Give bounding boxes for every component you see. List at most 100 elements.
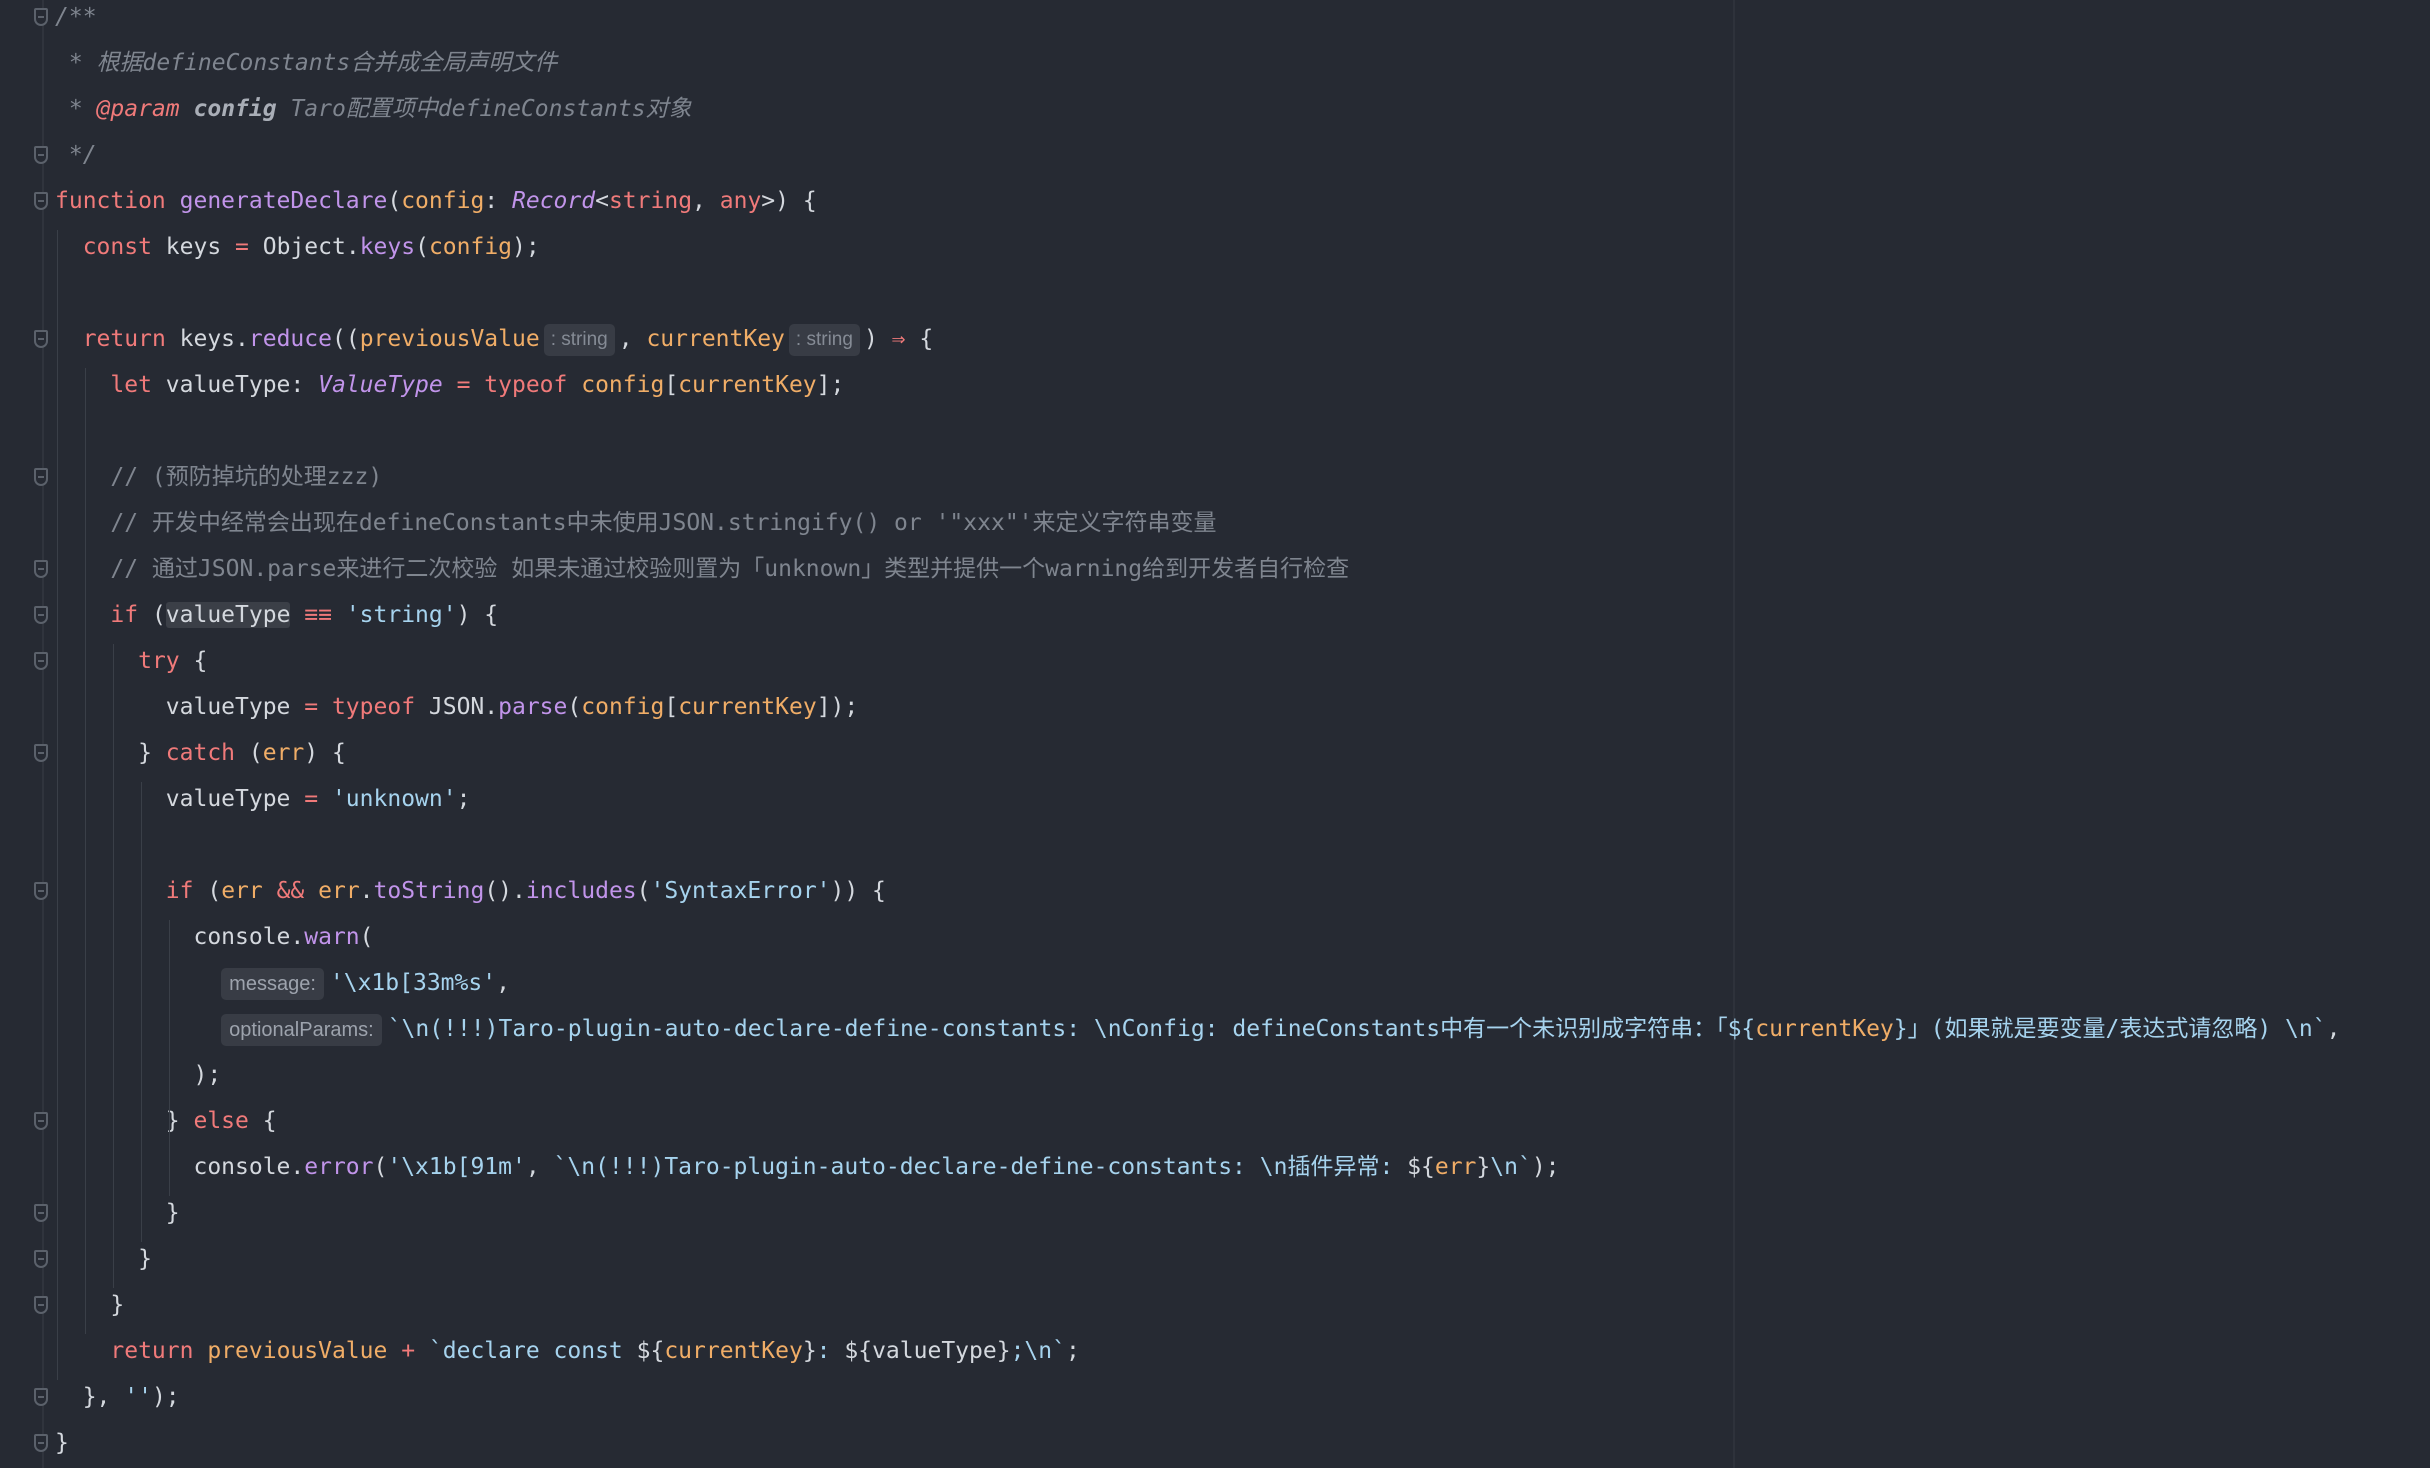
fold-toggle-icon[interactable] [34,744,48,762]
code-line[interactable]: return previousValue + `declare const ${… [55,1328,1080,1374]
code-token: } [55,1108,194,1134]
code-token: includes [525,878,637,904]
code-line[interactable]: message: '\x1b[33m%s', [55,960,510,1006]
code-token: + [401,1338,429,1364]
code-line[interactable]: return keys.reduce((previousValue: strin… [55,316,933,362]
code-line[interactable]: optionalParams: `\n(!!!)Taro-plugin-auto-… [55,1006,2340,1052]
code-token: `declare const [428,1338,637,1364]
code-token: ) [863,326,892,352]
code-token: } [55,1246,152,1272]
fold-toggle-icon[interactable] [34,468,48,486]
code-line[interactable]: } [55,1236,152,1282]
code-token: < [595,188,609,214]
code-token: valueType [165,372,291,398]
code-line[interactable]: let valueType: ValueType = typeof config… [55,362,844,408]
code-token: keys. [179,326,249,352]
code-line[interactable]: */ [55,132,97,178]
code-token: if [165,878,208,904]
code-token: ; [1065,1338,1080,1364]
fold-toggle-icon[interactable] [34,1388,48,1406]
fold-toggle-icon[interactable] [34,882,48,900]
code-token: Object. [262,234,360,260]
parameter-hint: : string [543,323,615,356]
fold-toggle-icon[interactable] [34,8,48,26]
code-line[interactable]: } else { [55,1098,277,1144]
code-line[interactable]: ); [55,1052,221,1098]
fold-toggle-icon[interactable] [34,1112,48,1130]
code-token: 'string' [345,602,457,628]
fold-toggle-icon[interactable] [34,1296,48,1314]
code-token: \n` [1490,1154,1532,1180]
code-line[interactable]: // 通过JSON.parse来进行二次校验 如果未通过校验则置为「unknow… [55,546,1349,592]
fold-toggle-icon[interactable] [34,606,48,624]
code-token: }」(如果就是要变量/表达式请忽略) \n` [1893,1016,2327,1042]
code-token: ); [151,1384,180,1410]
code-line[interactable]: } [55,1190,180,1236]
fold-toggle-icon[interactable] [34,1204,48,1222]
code-token: } [55,1292,125,1318]
code-line[interactable]: } catch (err) { [55,730,346,776]
code-line[interactable]: }, ''); [55,1374,180,1420]
code-token: parse [498,694,568,720]
code-line[interactable]: try { [55,638,207,684]
indent-guide [85,368,86,1334]
code-token: ) { [456,602,499,628]
fold-toggle-icon[interactable] [34,1434,48,1452]
code-line[interactable]: function generateDeclare(config: Record<… [55,178,817,224]
code-line[interactable]: console.warn( [55,914,373,960]
code-token: = [304,786,332,812]
code-token: : [816,1338,845,1364]
code-token: reduce [248,326,332,352]
code-line[interactable]: // 开发中经常会出现在defineConstants中未使用JSON.stri… [55,500,1217,546]
code-token: { [262,1108,277,1134]
fold-toggle-icon[interactable] [34,330,48,348]
code-token: ); [55,1062,222,1088]
code-line[interactable]: valueType = typeof JSON.parse(config[cur… [55,684,858,730]
code-editor[interactable]: /** * 根据defineConstants合并成全局声明文件 * @para… [55,0,2425,1468]
code-line[interactable]: * 根据defineConstants合并成全局声明文件 [55,40,557,86]
code-token: { [193,648,208,674]
code-token: : [484,188,512,214]
code-token: } [802,1338,817,1364]
code-token: valueType [55,694,305,720]
code-token: // 开发中经常会出现在defineConstants中未使用JSON.stri… [55,510,1217,536]
code-token: ]; [816,372,845,398]
code-token: config [581,372,665,398]
fold-toggle-icon[interactable] [34,1250,48,1268]
code-token: Taro配置项中defineConstants对象 [276,96,692,122]
code-token: catch [165,740,249,766]
indent-guide [113,644,114,1288]
code-token: : [290,372,319,398]
code-line[interactable]: if (err && err.toString().includes('Synt… [55,868,886,914]
code-line[interactable]: * @param config Taro配置项中defineConstants对… [55,86,692,132]
code-token: typeof [484,372,582,398]
code-line[interactable]: /** [55,0,97,40]
code-line[interactable]: valueType = 'unknown'; [55,776,471,822]
code-line[interactable]: console.error('\x1b[91m', `\n(!!!)Taro-p… [55,1144,1559,1190]
parameter-hint: optionalParams: [221,1013,382,1046]
code-line[interactable]: } [55,1282,124,1328]
fold-toggle-icon[interactable] [34,652,48,670]
code-token: // 通过JSON.parse来进行二次校验 如果未通过校验则置为「unknow… [55,556,1350,582]
code-token: warn [304,924,360,950]
code-token: valueType [165,602,291,628]
indent-guide [141,782,142,1242]
code-token: ≡≡ [290,602,346,628]
code-token: err [262,740,305,766]
code-token: try [138,648,194,674]
code-token: , [2326,1016,2341,1042]
code-token: ( [248,740,263,766]
code-token: currentKey [646,326,785,352]
code-token: */ [55,142,97,168]
fold-toggle-icon[interactable] [34,560,48,578]
code-token: ⇒ [891,326,906,352]
code-line[interactable]: const keys = Object.keys(config); [55,224,540,270]
fold-toggle-icon[interactable] [34,146,48,164]
code-line[interactable]: // (预防掉坑的处理zzz) [55,454,382,500]
code-line[interactable]: if (valueType ≡≡ 'string') { [55,592,498,638]
code-token: && [276,878,319,904]
code-token: err [318,878,360,904]
code-token: if [110,602,152,628]
fold-toggle-icon[interactable] [34,192,48,210]
code-line[interactable]: } [55,1420,69,1466]
